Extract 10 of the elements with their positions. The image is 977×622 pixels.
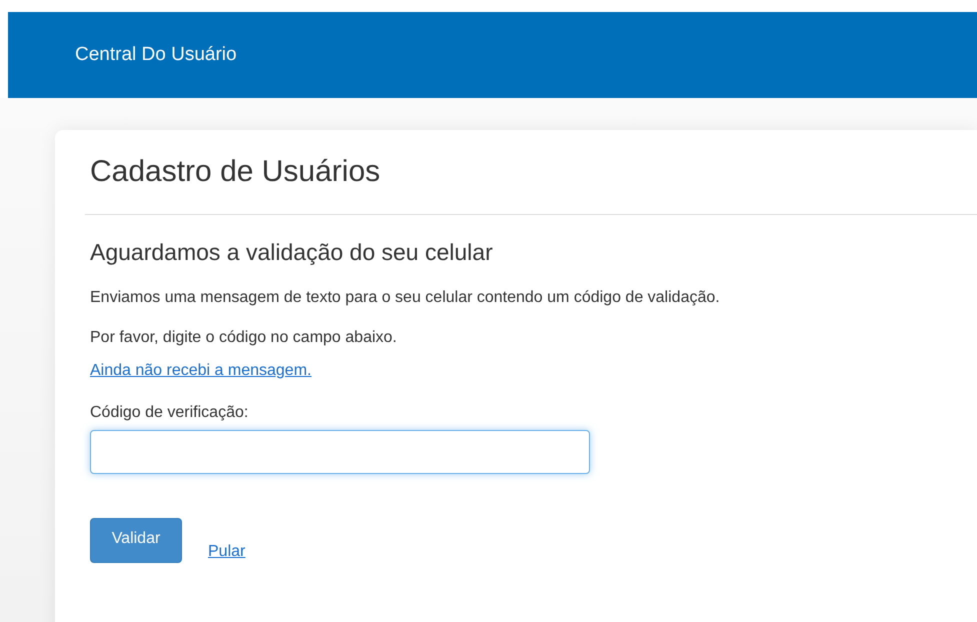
skip-link[interactable]: Pular [208,543,246,561]
validate-button[interactable]: Validar [90,518,182,563]
resend-link[interactable]: Ainda não recebi a mensagem. [90,362,312,380]
header-title: Central Do Usuário [75,44,237,66]
field-label: Código de verificação: [90,404,248,422]
instruction-text: Enviamos uma mensagem de texto para o seu celular contendo um código de validação. [90,288,720,308]
section-heading: Aguardamos a validação do seu celular [90,239,493,266]
verification-code-field[interactable] [90,430,590,474]
instruction-text: Por favor, digite o código no campo abaixo. [90,328,397,348]
page-title: Cadastro de Usuários [90,154,382,190]
